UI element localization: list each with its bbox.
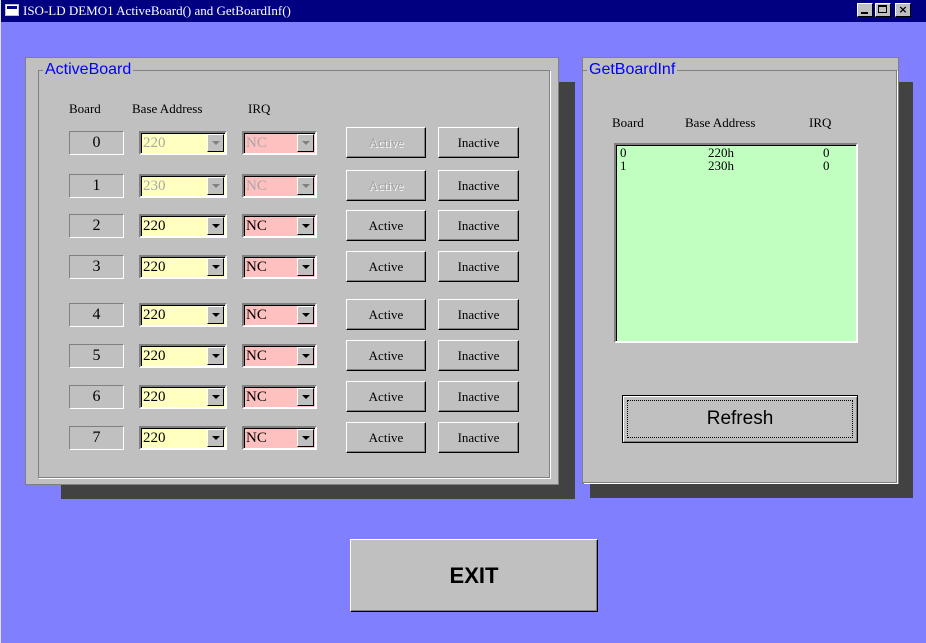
chevron-down-icon[interactable]: [297, 177, 314, 195]
inactive-button[interactable]: Inactive: [438, 170, 519, 201]
base-address-select[interactable]: 220: [139, 214, 227, 238]
active-button[interactable]: Active: [346, 381, 426, 412]
board-number: 0: [69, 131, 124, 155]
active-board-header-board: Board: [69, 101, 101, 116]
chevron-down-icon[interactable]: [207, 306, 224, 324]
active-button[interactable]: Active: [346, 422, 426, 453]
board-info-header-board: Board: [612, 115, 644, 130]
irq-value: NC: [246, 348, 267, 364]
chevron-down-icon[interactable]: [297, 388, 314, 406]
inactive-button[interactable]: Inactive: [438, 210, 519, 241]
chevron-down-icon[interactable]: [297, 258, 314, 276]
active-button[interactable]: Active: [346, 170, 426, 201]
irq-value: NC: [246, 218, 267, 234]
title-bar[interactable]: ISO-LD DEMO1 ActiveBoard() and GetBoardI…: [1, 0, 926, 22]
board-number: 5: [69, 344, 124, 368]
chevron-down-icon[interactable]: [297, 134, 314, 152]
chevron-down-icon[interactable]: [207, 134, 224, 152]
inactive-button[interactable]: Inactive: [438, 251, 519, 282]
inactive-button[interactable]: Inactive: [438, 299, 519, 330]
minimize-button[interactable]: [857, 3, 873, 17]
chevron-down-icon[interactable]: [207, 347, 224, 365]
base-address-value: 230: [143, 178, 166, 194]
base-address-select[interactable]: 220: [139, 303, 227, 327]
irq-select[interactable]: NC: [242, 255, 317, 279]
inactive-button[interactable]: Inactive: [438, 127, 519, 158]
board-info-list[interactable]: 0 220h 0 1 230h 0: [614, 143, 858, 343]
active-button[interactable]: Active: [346, 251, 426, 282]
board-number: 6: [69, 385, 124, 409]
active-board-header-base-address: Base Address: [132, 101, 203, 116]
chevron-down-icon[interactable]: [207, 217, 224, 235]
irq-value: NC: [246, 259, 267, 275]
board-number: 4: [69, 303, 124, 327]
base-address-select[interactable]: 220: [139, 131, 227, 155]
irq-value: NC: [246, 307, 267, 323]
irq-value: NC: [246, 430, 267, 446]
close-button[interactable]: ×: [895, 3, 911, 17]
irq-value: NC: [246, 135, 267, 151]
chevron-down-icon[interactable]: [297, 429, 314, 447]
chevron-down-icon[interactable]: [297, 347, 314, 365]
base-address-select[interactable]: 220: [139, 344, 227, 368]
base-address-value: 220: [143, 430, 166, 446]
active-button[interactable]: Active: [346, 127, 426, 158]
active-board-legend: ActiveBoard: [43, 60, 134, 80]
app-window: ISO-LD DEMO1 ActiveBoard() and GetBoardI…: [0, 0, 926, 643]
board-number: 7: [69, 426, 124, 450]
get-board-inf-legend: GetBoardInf: [587, 60, 678, 80]
base-address-value: 220: [143, 259, 166, 275]
irq-value: NC: [246, 178, 267, 194]
base-address-select[interactable]: 230: [139, 174, 227, 198]
irq-value: NC: [246, 389, 267, 405]
active-button[interactable]: Active: [346, 299, 426, 330]
irq-select[interactable]: NC: [242, 385, 317, 409]
inactive-button[interactable]: Inactive: [438, 340, 519, 371]
active-button[interactable]: Active: [346, 340, 426, 371]
irq-select[interactable]: NC: [242, 214, 317, 238]
refresh-button[interactable]: Refresh: [622, 395, 858, 443]
board-info-header-base-address: Base Address: [685, 115, 756, 130]
chevron-down-icon[interactable]: [297, 306, 314, 324]
irq-select[interactable]: NC: [242, 131, 317, 155]
inactive-button[interactable]: Inactive: [438, 381, 519, 412]
inactive-button[interactable]: Inactive: [438, 422, 519, 453]
maximize-button[interactable]: [875, 3, 891, 17]
base-address-select[interactable]: 220: [139, 255, 227, 279]
base-address-value: 220: [143, 389, 166, 405]
exit-button[interactable]: EXIT: [350, 539, 598, 612]
window-title: ISO-LD DEMO1 ActiveBoard() and GetBoardI…: [23, 3, 291, 18]
irq-select[interactable]: NC: [242, 426, 317, 450]
base-address-value: 220: [143, 218, 166, 234]
app-icon[interactable]: [5, 4, 19, 16]
board-number: 1: [69, 174, 124, 198]
base-address-select[interactable]: 220: [139, 426, 227, 450]
list-item-board: 1: [620, 158, 627, 173]
irq-select[interactable]: NC: [242, 174, 317, 198]
base-address-value: 220: [143, 307, 166, 323]
list-item[interactable]: 1 230h 0: [616, 159, 856, 172]
list-item[interactable]: 0 220h 0: [616, 146, 856, 159]
board-number: 2: [69, 214, 124, 238]
chevron-down-icon[interactable]: [207, 258, 224, 276]
active-button[interactable]: Active: [346, 210, 426, 241]
active-board-header-irq: IRQ: [248, 101, 271, 116]
chevron-down-icon[interactable]: [207, 388, 224, 406]
irq-select[interactable]: NC: [242, 344, 317, 368]
base-address-value: 220: [143, 135, 166, 151]
board-number: 3: [69, 255, 124, 279]
board-info-header-irq: IRQ: [809, 115, 832, 130]
base-address-value: 220: [143, 348, 166, 364]
irq-select[interactable]: NC: [242, 303, 317, 327]
base-address-select[interactable]: 220: [139, 385, 227, 409]
list-item-irq: 0: [823, 158, 830, 173]
list-item-address: 230h: [708, 158, 734, 173]
chevron-down-icon[interactable]: [207, 177, 224, 195]
chevron-down-icon[interactable]: [207, 429, 224, 447]
chevron-down-icon[interactable]: [297, 217, 314, 235]
